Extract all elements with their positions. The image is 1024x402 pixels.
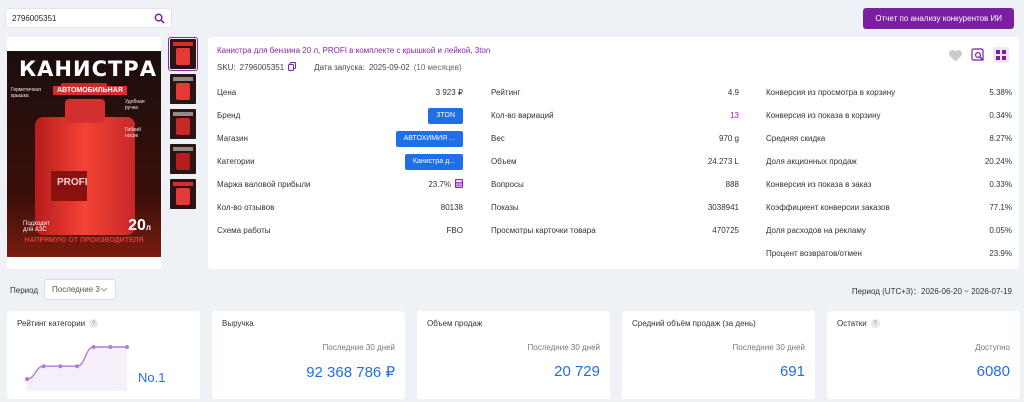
brand-chip[interactable]: 3TON — [428, 107, 463, 124]
stat-card-category-rating: Рейтинг категории? No.1 — [7, 311, 200, 399]
stat-title: Выручка — [222, 319, 254, 328]
shop-chip[interactable]: АВТОХИМИЯ ... — [395, 130, 463, 147]
period-select[interactable]: Последние 3 — [44, 279, 116, 300]
image-note-right2: Гибкий носик — [125, 127, 141, 139]
stat-card-revenue: Выручка Последние 30 дней 92 368 786 ₽ — [212, 311, 405, 399]
image-banner: НАПРЯМУЮ ОТ ПРОИЗВОДИТЕЛЯ — [24, 237, 144, 244]
search-box[interactable]: 2796005351 — [5, 8, 172, 28]
attr-row-promo-share: Доля акционных продаж 20.24% — [766, 157, 1012, 166]
stat-card-stock: Остатки? Доступно 6080 — [827, 311, 1020, 399]
attr-row-rating: Рейтинг 4.9 — [491, 88, 739, 97]
heart-icon[interactable] — [947, 47, 963, 63]
attributes-column-2: Рейтинг 4.9 Кол-во вариаций 13 Вес 970 g Об… — [491, 81, 739, 242]
attr-row-weight: Вес 970 g — [491, 134, 739, 143]
stat-subtitle: Последние 30 дней — [322, 343, 396, 352]
attributes-column-1: Цена 3 923 ₽ Бренд 3TON Магазин АВТОХИМИЯ .… — [217, 81, 463, 242]
trend-point — [75, 364, 79, 369]
attr-row-returns: Процент возвратов/отмен 23.9% — [766, 249, 1012, 258]
product-card: Канистра для бензина 20 л, PROFI в компл… — [208, 37, 1019, 269]
copy-icon[interactable] — [288, 62, 297, 73]
stat-card-sales-volume: Объем продаж Последние 30 дней 20 729 — [417, 311, 610, 399]
image-can-brand: PROFI — [57, 177, 88, 188]
attr-row-conv-view-cart: Конверсия из просмотра в корзину 5.38% — [766, 88, 1012, 97]
attr-row-order-conv: Коэффициент конверсии заказов 77.1% — [766, 203, 1012, 212]
sku-label: SKU: — [217, 63, 236, 72]
stat-title: Объем продаж — [427, 319, 483, 328]
attr-row-card-views: Просмотры карточки товара 470725 — [491, 226, 739, 235]
stat-value: 20 729 — [554, 363, 600, 380]
attr-row-reviews: Кол-во отзывов 80138 — [217, 203, 463, 212]
thumbnail[interactable] — [170, 179, 196, 209]
attr-row-impressions: Показы 3038941 — [491, 203, 739, 212]
trend-point — [41, 364, 46, 369]
rating-trend-chart — [25, 345, 129, 391]
stat-title: Средний объём продаж (за день) — [632, 319, 756, 328]
attributes-column-3: Конверсия из просмотра в корзину 5.38% Ко… — [766, 81, 1012, 265]
stat-title: Рейтинг категории — [17, 319, 86, 328]
chevron-down-icon — [100, 285, 108, 294]
product-title[interactable]: Канистра для бензина 20 л, PROFI в компл… — [217, 46, 490, 55]
trend-area — [27, 347, 127, 391]
attr-row-brand: Бренд 3TON — [217, 104, 463, 127]
launch-age: (10 месяцев) — [413, 63, 462, 72]
attr-row-variations: Кол-во вариаций 13 — [491, 111, 739, 120]
attr-row-scheme: Схема работы FBO — [217, 226, 463, 235]
thumbnail-strip — [166, 37, 200, 214]
attr-row-category: Категории Канистра д... — [217, 150, 463, 173]
calculator-icon[interactable] — [455, 179, 463, 190]
stat-value: 92 368 786 ₽ — [306, 364, 395, 381]
launch-date: 2025-09-02 — [368, 63, 410, 72]
variations-link[interactable]: 13 — [730, 111, 739, 120]
attr-row-conv-impr-cart: Конверсия из показа в корзину 0.34% — [766, 111, 1012, 120]
trend-point — [125, 345, 129, 349]
stat-title: Остатки — [837, 319, 867, 328]
rank-value: No.1 — [138, 370, 166, 385]
thumbnail[interactable] — [170, 74, 196, 104]
stat-card-avg-daily-volume: Средний объём продаж (за день) Последние… — [622, 311, 815, 399]
stat-value: 6080 — [976, 363, 1010, 380]
attr-row-conv-impr-order: Конверсия из показа в заказ 0.33% — [766, 180, 1012, 189]
product-main-image[interactable]: КАНИСТРА АВТОМОБИЛЬНАЯ Герметичная крышк… — [7, 37, 161, 269]
stat-subtitle: Доступно — [975, 343, 1010, 352]
image-bottom-left: Подходит для АЗС — [23, 221, 50, 233]
search-icon[interactable] — [153, 12, 165, 24]
category-chip[interactable]: Канистра д... — [404, 153, 463, 170]
image-headline: КАНИСТРА — [19, 57, 157, 81]
period-range: Период (UTC+3)：2026-06-20 ~ 2026-07-19 — [851, 287, 1012, 296]
help-icon[interactable]: ? — [89, 319, 99, 328]
thumbnail[interactable] — [170, 109, 196, 139]
image-volume: 20л — [128, 217, 151, 234]
thumbnail[interactable] — [168, 37, 198, 71]
trend-point — [108, 345, 113, 349]
attr-row-volume: Объем 24.273 L — [491, 157, 739, 166]
attr-row-shop: Магазин АВТОХИМИЯ ... — [217, 127, 463, 150]
image-search-icon[interactable] — [970, 47, 986, 63]
period-label: Период — [10, 286, 39, 295]
grid-icon[interactable] — [993, 47, 1009, 63]
thumbnail[interactable] — [170, 144, 196, 174]
stat-subtitle: Последние 30 дней — [732, 343, 806, 352]
period-select-value: Последние 3 — [52, 285, 100, 294]
search-input[interactable]: 2796005351 — [12, 14, 153, 23]
trend-point — [25, 377, 29, 381]
attr-row-ad-share: Доля расходов на рекламу 0.05% — [766, 226, 1012, 235]
help-icon[interactable]: ? — [870, 319, 880, 328]
stat-value: 691 — [779, 363, 805, 380]
sku-row: SKU: 2796005351 Дата запуска: 2025-09-02… — [217, 62, 462, 73]
card-actions — [947, 47, 1009, 63]
sku-value: 2796005351 — [239, 63, 285, 72]
image-note-right: Удобная ручка — [125, 99, 145, 111]
attr-row-avg-discount: Средняя скидка 8.27% — [766, 134, 1012, 143]
image-badge: АВТОМОБИЛЬНАЯ — [53, 86, 127, 95]
launch-label: Дата запуска: — [314, 63, 365, 72]
attr-row-questions: Вопросы 888 — [491, 180, 739, 189]
image-note-left: Герметичная крышка — [11, 87, 41, 99]
attr-row-margin: Маржа валовой прибыли 23.7% — [217, 173, 463, 196]
competitor-report-button[interactable]: Отчет по анализу конкурентов ИИ — [863, 8, 1014, 29]
attr-row-price: Цена 3 923 ₽ — [217, 88, 463, 97]
trend-point — [91, 345, 96, 349]
stat-subtitle: Последние 30 дней — [527, 343, 601, 352]
trend-point — [58, 364, 63, 369]
